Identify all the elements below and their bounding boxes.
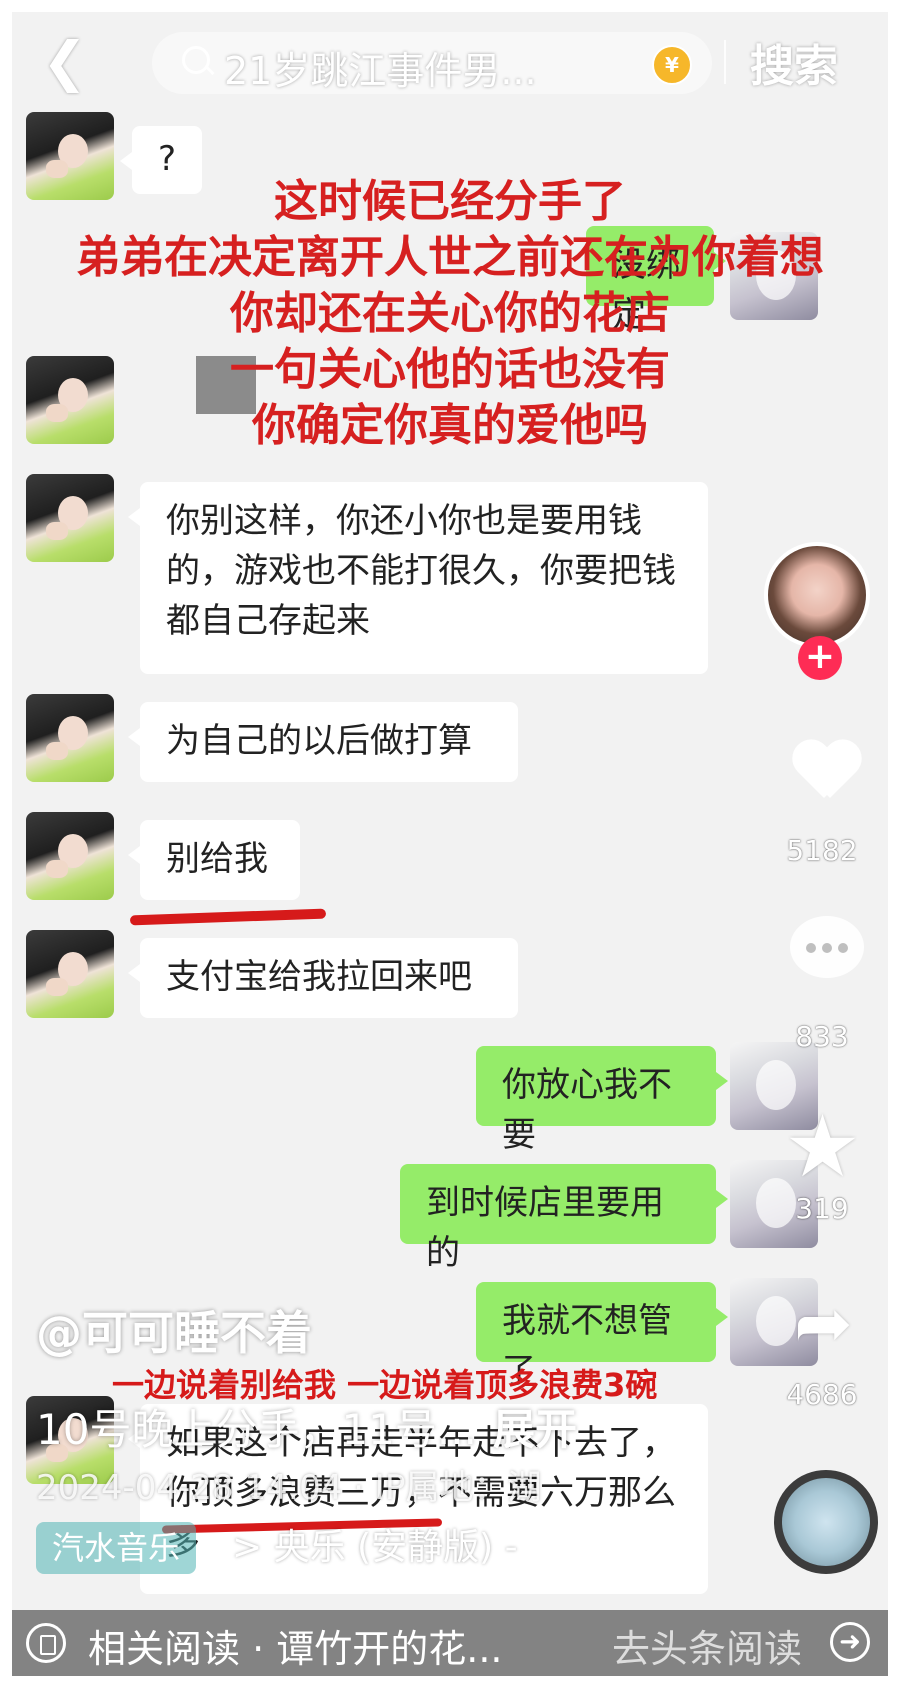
coin-icon[interactable]: ¥ <box>652 45 692 85</box>
message-bubble: 为自己的以后做打算 <box>128 702 518 782</box>
message-bubble: 支付宝给我拉回来吧 <box>128 938 518 1018</box>
message-bubble: 别给我 <box>128 820 300 900</box>
message-text: 支付宝给我拉回来吧 <box>166 957 472 997</box>
song-title[interactable]: > 央乐 (安静版) - <box>232 1522 518 1574</box>
document-icon <box>26 1623 66 1663</box>
annotation-line: 你确定你真的爱他吗 <box>252 400 648 451</box>
message-text: 你别这样，你还小你也是要用钱的，游戏也不能打很久，你要把钱都自己存起来 <box>166 501 676 641</box>
like-count: 5182 <box>786 834 858 867</box>
message-bubble: 到时候店里要用的 <box>400 1164 728 1273</box>
heart-icon[interactable] <box>792 742 856 806</box>
comment-count: 833 <box>795 1020 849 1053</box>
annotation-line: 这时候已经分手了 <box>274 176 626 227</box>
chevron-left-icon[interactable]: ❮ <box>42 30 87 93</box>
message-bubble: 你放心我不要 <box>476 1046 728 1155</box>
music-tag[interactable]: 汽水音乐 <box>36 1522 197 1574</box>
message-bubble: 我就不想管了 <box>476 1282 728 1391</box>
search-input[interactable]: 21岁跳江事件男... <box>152 32 712 94</box>
annotation-line: 你却还在关心你的花店 <box>230 288 670 339</box>
share-count: 4686 <box>786 1378 858 1411</box>
favorite-count: 319 <box>795 1192 849 1225</box>
message-text: 别给我 <box>166 839 268 879</box>
red-underline <box>129 908 327 926</box>
star-icon[interactable]: ★ <box>784 1104 861 1190</box>
annotation-line: 一句关心他的话也没有 <box>230 344 670 395</box>
divider <box>724 40 726 84</box>
related-reading-bar[interactable]: 相关阅读 · 谭竹开的花... 去头条阅读 ➜ <box>12 1610 888 1676</box>
app-frame: ? 没绑定 你别这样，你还小你也是要用钱的，游戏也不能打很久，你要把钱都自己存起… <box>12 12 888 1676</box>
contact-avatar[interactable] <box>26 694 114 782</box>
creator-avatar[interactable] <box>764 542 870 648</box>
arrow-right-icon[interactable]: ➜ <box>830 1622 870 1662</box>
top-bar: ❮ 21岁跳江事件男... ¥ 搜索 <box>12 12 888 112</box>
search-icon <box>182 46 210 74</box>
message-text: 你放心我不要 <box>502 1065 672 1155</box>
related-reading-text[interactable]: 相关阅读 · 谭竹开的花... <box>88 1618 502 1673</box>
message-text: 为自己的以后做打算 <box>166 721 472 761</box>
contact-avatar[interactable] <box>26 474 114 562</box>
search-query: 21岁跳江事件男... <box>224 49 537 93</box>
message-text: ? <box>157 139 177 179</box>
go-read-link[interactable]: 去头条阅读 <box>612 1618 802 1673</box>
message-bubble: 你别这样，你还小你也是要用钱的，游戏也不能打很久，你要把钱都自己存起来 <box>128 482 708 674</box>
follow-button[interactable]: + <box>798 636 842 680</box>
post-date: 2024-04-28 14:04 · IP属地：湖 <box>36 1468 542 1508</box>
message-text: 到时候店里要用的 <box>426 1183 664 1273</box>
red-annotation: 这时候已经分手了 弟弟在决定离开人世之前还在为你着想 你却还在关心你的花店 一句… <box>22 174 878 454</box>
description-text: 10号晚上分手，11号... <box>36 1405 477 1454</box>
contact-avatar[interactable] <box>26 812 114 900</box>
music-disc[interactable] <box>774 1470 878 1574</box>
annotation-line: 弟弟在决定离开人世之前还在为你着想 <box>76 232 824 283</box>
search-button[interactable]: 搜索 <box>750 30 838 94</box>
expand-button[interactable]: 展开 <box>493 1405 577 1454</box>
comment-icon[interactable] <box>790 916 864 978</box>
contact-avatar[interactable] <box>26 930 114 1018</box>
share-icon[interactable]: ➦ <box>794 1288 853 1358</box>
video-description: 10号晚上分手，11号... 展开 <box>36 1396 577 1457</box>
author-name[interactable]: @可可睡不着 <box>36 1297 312 1363</box>
